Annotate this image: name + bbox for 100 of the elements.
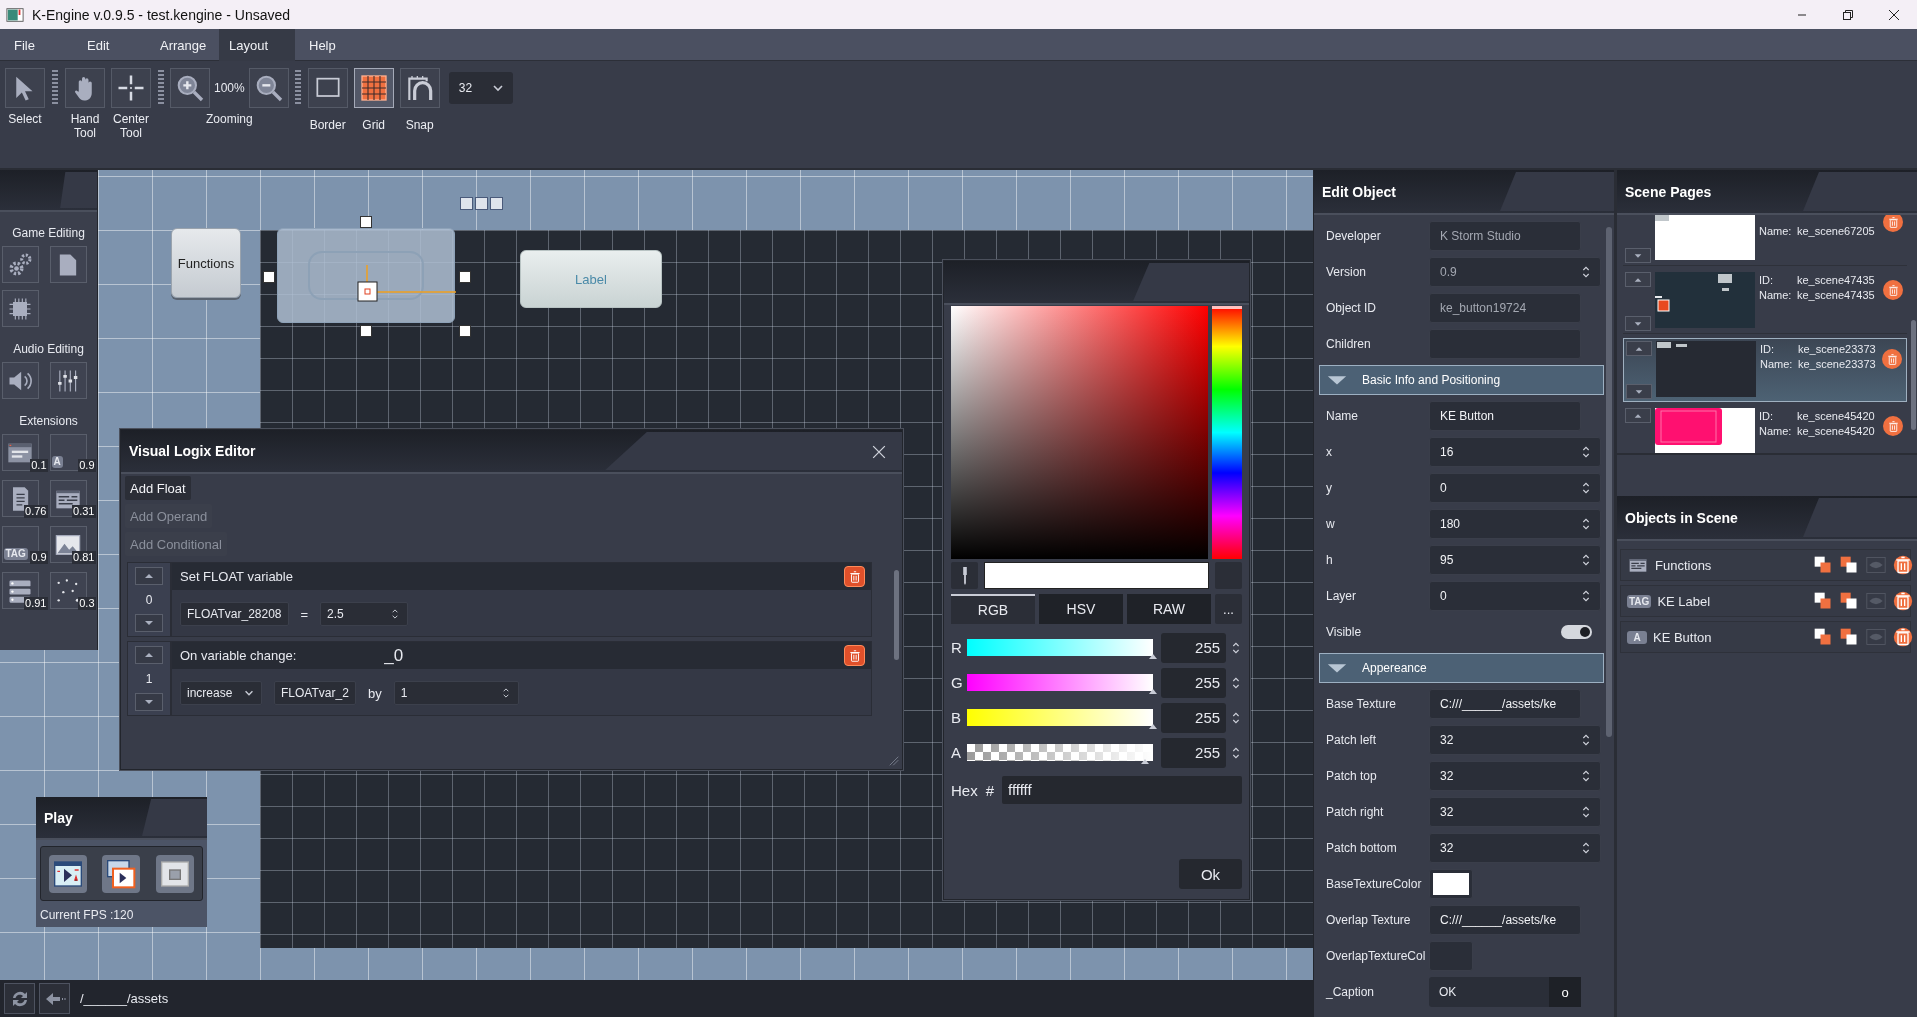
slider-thumb[interactable] <box>1141 759 1150 764</box>
hex-field[interactable]: ffffff <box>1002 776 1242 804</box>
object-tools[interactable] <box>460 197 503 210</box>
text-field[interactable]: C:///______/assets/ke <box>1429 905 1581 935</box>
toggle-button[interactable] <box>307 68 348 108</box>
delete-button[interactable] <box>1893 591 1913 611</box>
scene-object-item[interactable]: Functions <box>1620 549 1911 581</box>
channel-slider[interactable] <box>966 744 1153 761</box>
move-up-button[interactable] <box>1626 341 1652 356</box>
bring-forward-button[interactable] <box>1813 555 1833 575</box>
delete-button[interactable] <box>1893 555 1913 575</box>
menu-item[interactable]: Help <box>295 29 368 61</box>
scene-object-item[interactable]: A KE Button <box>1620 621 1911 653</box>
menu-item[interactable]: Arrange <box>146 29 219 61</box>
toggle-switch[interactable] <box>1561 625 1592 639</box>
delete-button[interactable] <box>1882 349 1902 369</box>
caption-button[interactable]: o <box>1549 977 1581 1007</box>
slider-thumb[interactable] <box>1148 689 1157 694</box>
move-down-button[interactable] <box>135 614 163 632</box>
send-backward-button[interactable] <box>1839 555 1859 575</box>
section-header[interactable]: Appereance <box>1319 653 1604 683</box>
slider-thumb[interactable] <box>1148 724 1157 729</box>
zoom-in-button[interactable] <box>170 68 210 108</box>
scrollbar[interactable] <box>1606 227 1612 737</box>
scene-page-item[interactable]: ID: ke_scene47435 Name: ke_scene47435 <box>1623 270 1907 334</box>
scrollbar[interactable] <box>1911 320 1916 430</box>
variable-dropdown[interactable]: FLOATvar_2 <box>274 681 356 705</box>
number-spinbox[interactable]: 95 <box>1429 545 1601 575</box>
move-down-button[interactable] <box>1626 384 1652 399</box>
number-spinbox[interactable]: 180 <box>1429 509 1601 539</box>
menu-item[interactable]: Edit <box>73 29 146 61</box>
slider-thumb[interactable] <box>1148 654 1157 659</box>
scene-page-item[interactable]: ID: ke_scene23373 Name: ke_scene23373 <box>1623 338 1907 402</box>
caption-field[interactable]: OK o <box>1429 977 1581 1007</box>
tool-button[interactable] <box>111 68 151 108</box>
channel-value-field[interactable]: 255 <box>1160 737 1227 768</box>
tool-button[interactable] <box>65 68 105 108</box>
resize-handle[interactable] <box>459 325 471 337</box>
stop-button[interactable] <box>156 854 195 893</box>
grid-size-dropdown[interactable]: 32 <box>448 72 513 104</box>
number-spinbox[interactable]: 0 <box>1429 581 1601 611</box>
resize-handle[interactable] <box>459 271 471 283</box>
ok-button[interactable]: Ok <box>1179 859 1242 889</box>
button-object[interactable]: Functions <box>171 228 241 298</box>
bring-forward-button[interactable] <box>1813 627 1833 647</box>
operation-dropdown[interactable]: increase <box>180 681 262 705</box>
value-spinbox[interactable]: 1 <box>393 681 519 705</box>
color-field[interactable] <box>951 306 1208 559</box>
move-up-button[interactable] <box>1625 408 1651 423</box>
move-down-button[interactable] <box>135 693 163 711</box>
number-spinbox[interactable]: 32 <box>1429 761 1601 791</box>
resize-handle[interactable] <box>360 325 372 337</box>
mode-tab[interactable]: RGB <box>951 594 1035 624</box>
back-button[interactable] <box>39 983 70 1014</box>
value-spinbox[interactable]: 2.5 <box>320 602 409 626</box>
send-backward-button[interactable] <box>1839 627 1859 647</box>
play-game-button[interactable] <box>102 854 141 893</box>
delete-button[interactable] <box>844 645 865 666</box>
action-button[interactable]: Add Float <box>125 476 191 500</box>
move-down-button[interactable] <box>1625 316 1651 331</box>
zoom-out-button[interactable] <box>248 68 289 108</box>
refresh-button[interactable] <box>4 983 35 1014</box>
mode-tab[interactable]: RAW <box>1127 594 1211 624</box>
hue-slider[interactable] <box>1212 306 1242 559</box>
delete-button[interactable] <box>1883 416 1903 436</box>
play-scene-button[interactable] <box>48 854 87 893</box>
move-up-button[interactable] <box>1625 272 1651 287</box>
delete-button[interactable] <box>1893 627 1913 647</box>
delete-button[interactable] <box>844 566 865 587</box>
resize-handle[interactable] <box>360 216 372 228</box>
number-spinbox[interactable]: 32 <box>1429 833 1601 863</box>
eyedropper-button[interactable] <box>951 562 978 589</box>
number-spinbox[interactable]: 32 <box>1429 725 1601 755</box>
toggle-button[interactable] <box>353 68 394 108</box>
menu-item[interactable]: Layout <box>219 29 295 61</box>
more-button[interactable]: ... <box>1215 594 1242 624</box>
move-up-button[interactable] <box>135 646 163 664</box>
bring-forward-button[interactable] <box>1813 591 1833 611</box>
move-down-button[interactable] <box>1625 248 1651 263</box>
mode-tab[interactable]: HSV <box>1039 594 1123 624</box>
scrollbar[interactable] <box>894 570 899 660</box>
text-field[interactable]: KE Button <box>1429 401 1581 431</box>
number-spinbox[interactable]: 32 <box>1429 797 1601 827</box>
send-backward-button[interactable] <box>1839 591 1859 611</box>
scene-object-item[interactable]: TAG KE Label <box>1620 585 1911 617</box>
channel-value-field[interactable]: 255 <box>1160 702 1227 733</box>
scene-page-item[interactable]: Name: ke_scene67205 <box>1623 215 1907 266</box>
channel-value-field[interactable]: 255 <box>1160 632 1227 663</box>
number-spinbox[interactable]: 0 <box>1429 473 1601 503</box>
delete-button[interactable] <box>1883 280 1903 300</box>
move-up-button[interactable] <box>135 567 163 585</box>
variable-field[interactable]: FLOATvar_28208 <box>180 602 289 626</box>
channel-value-field[interactable]: 255 <box>1160 667 1227 698</box>
tool-button[interactable] <box>5 68 45 108</box>
text-field[interactable]: C:///______/assets/ke <box>1429 689 1581 719</box>
section-header[interactable]: Basic Info and Positioning <box>1319 365 1604 395</box>
delete-button[interactable] <box>1883 215 1903 232</box>
menu-item[interactable]: File <box>0 29 73 61</box>
number-spinbox[interactable]: 16 <box>1429 437 1601 467</box>
resize-handle[interactable] <box>263 271 275 283</box>
